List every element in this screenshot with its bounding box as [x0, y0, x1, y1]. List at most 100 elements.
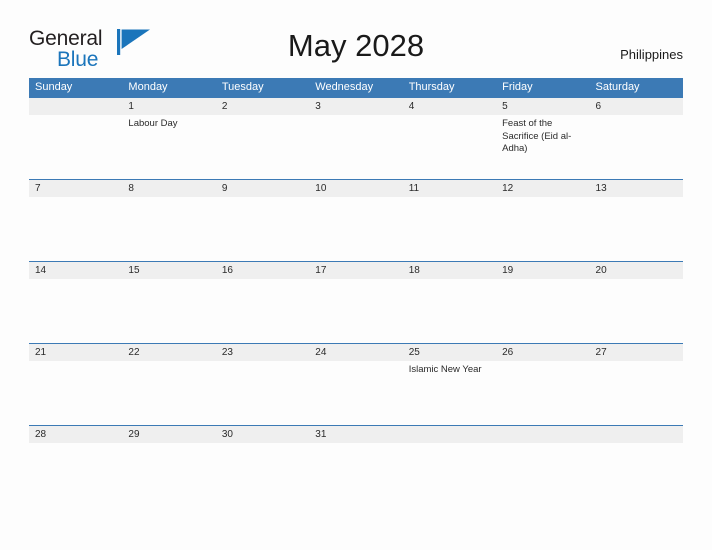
- date-number[interactable]: [590, 426, 683, 443]
- date-number[interactable]: 10: [309, 180, 402, 197]
- week-event-band: [29, 443, 683, 459]
- week-date-band: 14 15 16 17 18 19 20: [29, 262, 683, 279]
- day-cell[interactable]: [122, 361, 215, 425]
- week-event-band: Islamic New Year: [29, 361, 683, 425]
- day-cell[interactable]: [216, 361, 309, 425]
- day-cell[interactable]: [309, 361, 402, 425]
- day-cell[interactable]: [590, 279, 683, 343]
- date-number[interactable]: 24: [309, 344, 402, 361]
- date-number[interactable]: 25: [403, 344, 496, 361]
- day-cell[interactable]: [29, 279, 122, 343]
- day-cell[interactable]: [496, 279, 589, 343]
- day-cell[interactable]: [309, 197, 402, 261]
- day-cell[interactable]: [590, 115, 683, 179]
- day-cell[interactable]: [309, 279, 402, 343]
- week-date-band: 1 2 3 4 5 6: [29, 98, 683, 115]
- event-label: Labour Day: [128, 118, 178, 129]
- weekday-wednesday: Wednesday: [315, 81, 374, 93]
- date-number[interactable]: 8: [122, 180, 215, 197]
- week-event-band: Labour Day Feast of the Sacrifice (Eid a…: [29, 115, 683, 179]
- date-number[interactable]: 20: [590, 262, 683, 279]
- day-cell[interactable]: [122, 197, 215, 261]
- date-number[interactable]: 14: [29, 262, 122, 279]
- day-cell[interactable]: [309, 115, 402, 179]
- date-number[interactable]: 15: [122, 262, 215, 279]
- day-cell[interactable]: Feast of the Sacrifice (Eid al-Adha): [496, 115, 589, 179]
- day-cell[interactable]: [216, 197, 309, 261]
- date-number[interactable]: 1: [122, 98, 215, 115]
- day-cell[interactable]: [403, 443, 496, 459]
- day-cell[interactable]: Islamic New Year: [403, 361, 496, 425]
- calendar-grid: Sunday Monday Tuesday Wednesday Thursday…: [29, 78, 683, 459]
- week-event-band: [29, 279, 683, 343]
- country-label: Philippines: [620, 47, 683, 62]
- date-number[interactable]: 16: [216, 262, 309, 279]
- day-cell[interactable]: [403, 197, 496, 261]
- weekday-tuesday: Tuesday: [221, 81, 264, 93]
- date-number[interactable]: [403, 426, 496, 443]
- calendar-week-row: 14 15 16 17 18 19 20: [29, 261, 683, 343]
- day-cell[interactable]: [309, 443, 402, 459]
- date-number[interactable]: 9: [216, 180, 309, 197]
- day-cell[interactable]: [122, 443, 215, 459]
- date-number[interactable]: 5: [496, 98, 589, 115]
- weekday-header-row: Sunday Monday Tuesday Wednesday Thursday…: [29, 78, 683, 97]
- page-header: General Blue May 2028 Philippines: [0, 0, 712, 76]
- day-cell[interactable]: Labour Day: [122, 115, 215, 179]
- date-number[interactable]: 18: [403, 262, 496, 279]
- calendar-week-row: 28 29 30 31: [29, 425, 683, 459]
- day-cell[interactable]: [29, 115, 122, 179]
- date-number[interactable]: 12: [496, 180, 589, 197]
- date-number[interactable]: 22: [122, 344, 215, 361]
- date-number[interactable]: 4: [403, 98, 496, 115]
- date-number[interactable]: [29, 98, 122, 115]
- day-cell[interactable]: [216, 279, 309, 343]
- date-number[interactable]: 11: [403, 180, 496, 197]
- weekday-monday: Monday: [128, 81, 168, 93]
- day-cell[interactable]: [496, 361, 589, 425]
- day-cell[interactable]: [403, 115, 496, 179]
- weekday-thursday: Thursday: [408, 81, 455, 93]
- date-number[interactable]: 29: [122, 426, 215, 443]
- day-cell[interactable]: [29, 197, 122, 261]
- date-number[interactable]: 26: [496, 344, 589, 361]
- day-cell[interactable]: [590, 361, 683, 425]
- day-cell[interactable]: [29, 361, 122, 425]
- calendar-week-row: 21 22 23 24 25 26 27 Islamic New Year: [29, 343, 683, 425]
- calendar-week-row: 7 8 9 10 11 12 13: [29, 179, 683, 261]
- calendar-week-row: 1 2 3 4 5 6 Labour Day Feast of the Sacr…: [29, 97, 683, 179]
- date-number[interactable]: 21: [29, 344, 122, 361]
- date-number[interactable]: 28: [29, 426, 122, 443]
- date-number[interactable]: 19: [496, 262, 589, 279]
- date-number[interactable]: 3: [309, 98, 402, 115]
- date-number[interactable]: [496, 426, 589, 443]
- week-date-band: 21 22 23 24 25 26 27: [29, 344, 683, 361]
- date-number[interactable]: 2: [216, 98, 309, 115]
- day-cell[interactable]: [122, 279, 215, 343]
- day-cell[interactable]: [403, 279, 496, 343]
- day-cell[interactable]: [590, 197, 683, 261]
- date-number[interactable]: 13: [590, 180, 683, 197]
- day-cell[interactable]: [590, 443, 683, 459]
- week-date-band: 28 29 30 31: [29, 426, 683, 443]
- weekday-saturday: Saturday: [595, 81, 640, 93]
- week-date-band: 7 8 9 10 11 12 13: [29, 180, 683, 197]
- day-cell[interactable]: [496, 197, 589, 261]
- date-number[interactable]: 7: [29, 180, 122, 197]
- date-number[interactable]: 23: [216, 344, 309, 361]
- weekday-sunday: Sunday: [35, 81, 73, 93]
- page-title: May 2028: [287, 28, 425, 63]
- date-number[interactable]: 17: [309, 262, 402, 279]
- weekday-friday: Friday: [502, 81, 533, 93]
- day-cell[interactable]: [216, 115, 309, 179]
- date-number[interactable]: 30: [216, 426, 309, 443]
- day-cell[interactable]: [496, 443, 589, 459]
- day-cell[interactable]: [216, 443, 309, 459]
- date-number[interactable]: 27: [590, 344, 683, 361]
- event-label: Islamic New Year: [408, 364, 482, 375]
- week-event-band: [29, 197, 683, 261]
- date-number[interactable]: 31: [309, 426, 402, 443]
- day-cell[interactable]: [29, 443, 122, 459]
- event-label: Feast of the Sacrifice (Eid al-Adha): [502, 118, 572, 154]
- date-number[interactable]: 6: [590, 98, 683, 115]
